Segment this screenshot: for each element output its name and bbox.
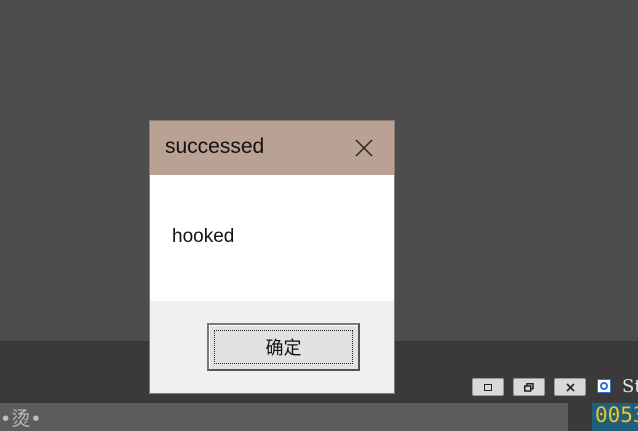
restore-button[interactable] (513, 378, 545, 396)
close-icon (565, 382, 575, 392)
ok-button-label: 确定 (265, 338, 302, 359)
message-dialog: successed hooked 确定 (150, 121, 394, 393)
close-icon (355, 139, 373, 157)
garbled-text: •烫• (0, 408, 42, 430)
dialog-close-button[interactable] (344, 131, 384, 165)
truncated-label: St (622, 376, 638, 397)
counter-display: 0053 (592, 403, 638, 431)
dialog-body: hooked (150, 175, 394, 301)
desktop-background: St •烫• 0053 successed hooked 确定 (0, 0, 638, 431)
app-icon (597, 379, 611, 393)
restore-icon (524, 382, 534, 392)
status-bar (0, 403, 568, 431)
dialog-title: successed (165, 135, 265, 158)
minimize-button[interactable] (472, 378, 504, 396)
dialog-titlebar[interactable]: successed (150, 121, 394, 175)
ok-button[interactable]: 确定 (207, 323, 360, 371)
close-window-button[interactable] (554, 378, 586, 396)
counter-value: 0053 (595, 403, 638, 427)
dialog-footer: 确定 (150, 301, 394, 393)
dialog-message: hooked (172, 226, 235, 247)
minimize-icon (484, 383, 492, 391)
